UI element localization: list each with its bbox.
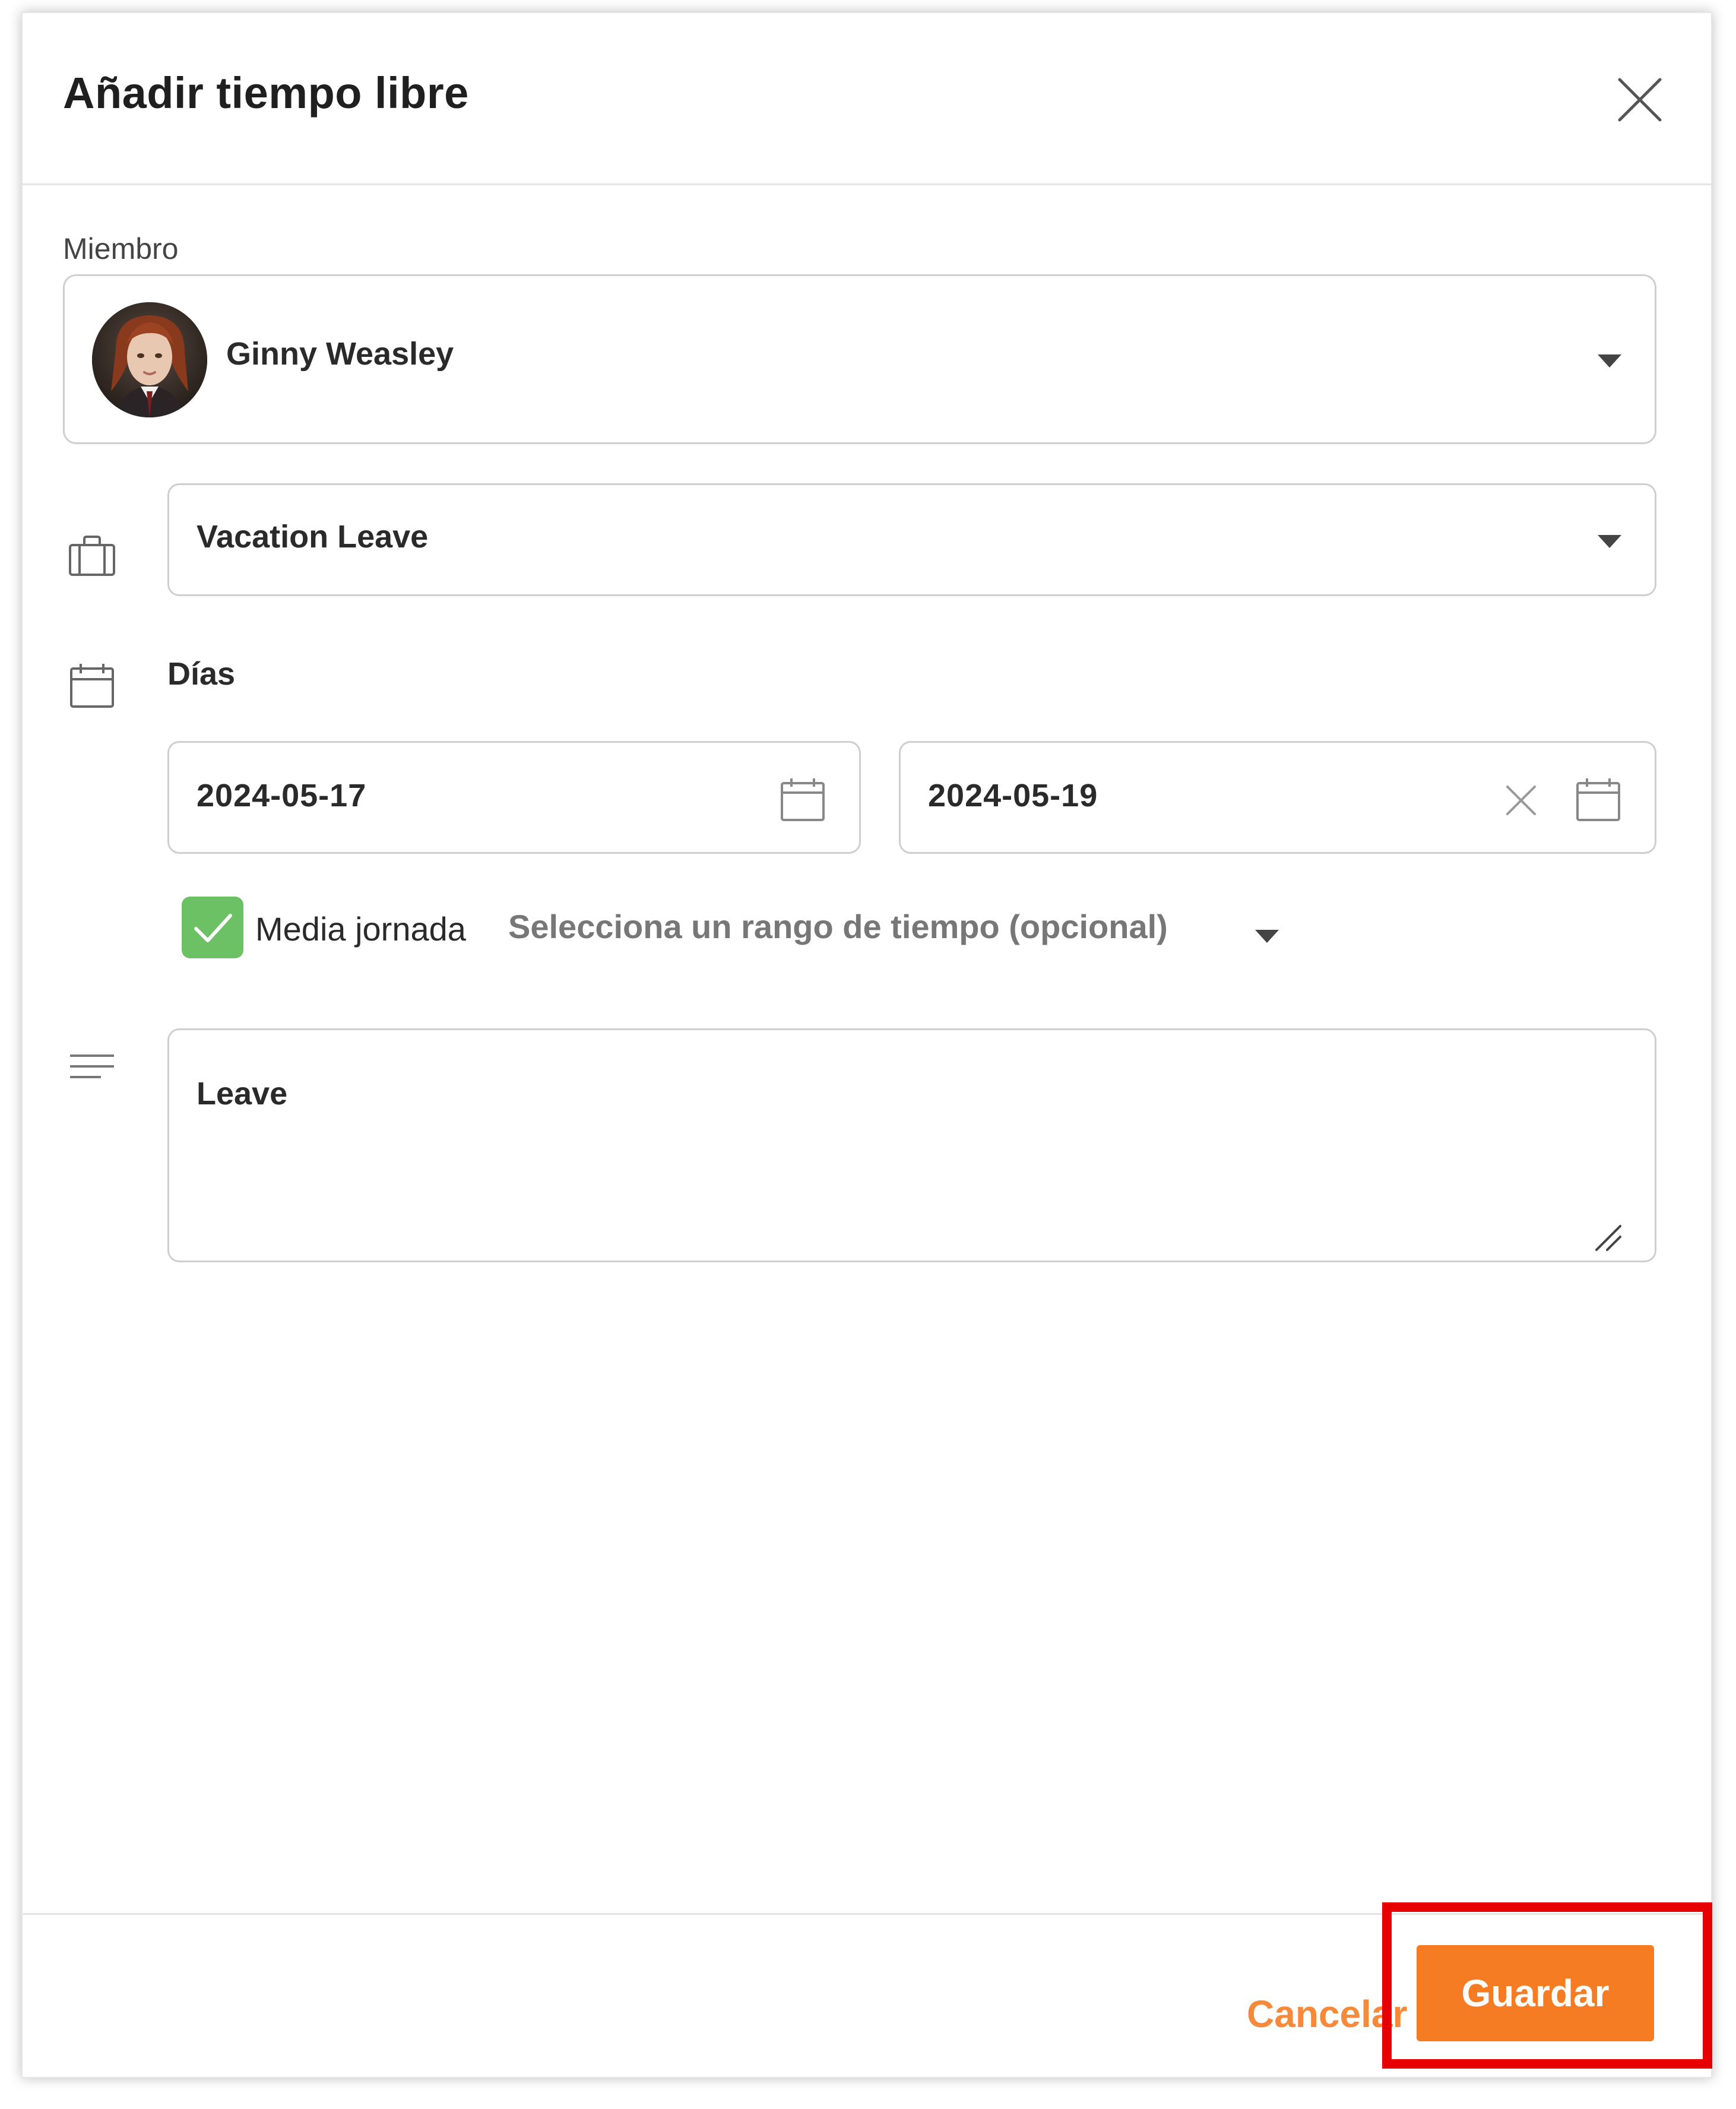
member-name: Ginny Weasley xyxy=(226,336,454,372)
leave-type-value: Vacation Leave xyxy=(197,519,429,555)
start-date-value: 2024-05-17 xyxy=(197,778,367,813)
member-label: Miembro xyxy=(63,232,179,265)
modal-header: Añadir tiempo libre xyxy=(23,13,1711,185)
calendar-icon[interactable] xyxy=(778,775,827,824)
clear-icon[interactable] xyxy=(1504,783,1538,818)
cancel-button[interactable]: Cancelar xyxy=(1247,1992,1407,2036)
avatar xyxy=(92,302,207,417)
save-button[interactable]: Guardar xyxy=(1417,1945,1654,2041)
page: Añadir tiempo libre Miembro Ginny Weasle… xyxy=(0,0,1736,2109)
time-range-select[interactable]: Selecciona un rango de tiempo (opcional) xyxy=(508,907,1168,946)
leave-type-select[interactable]: Vacation Leave xyxy=(167,483,1656,596)
notes-value: Leave xyxy=(197,1076,288,1112)
notes-icon xyxy=(66,1046,118,1097)
add-time-off-modal: Añadir tiempo libre Miembro Ginny Weasle… xyxy=(21,12,1712,2078)
end-date-input[interactable]: 2024-05-19 xyxy=(899,741,1656,854)
briefcase-icon xyxy=(66,531,118,582)
close-button[interactable] xyxy=(1615,75,1665,125)
half-day-label: Media jornada xyxy=(255,910,466,948)
start-date-input[interactable]: 2024-05-17 xyxy=(167,741,861,854)
end-date-value: 2024-05-19 xyxy=(928,778,1098,813)
days-label: Días xyxy=(167,656,236,692)
close-icon xyxy=(1618,78,1662,122)
notes-textarea[interactable]: Leave xyxy=(167,1028,1656,1262)
chevron-down-icon xyxy=(1598,354,1621,368)
member-select[interactable]: Ginny Weasley xyxy=(63,274,1656,444)
chevron-down-icon[interactable] xyxy=(1255,930,1279,943)
calendar-icon[interactable] xyxy=(1574,775,1623,824)
checkmark-icon xyxy=(194,914,232,942)
modal-title: Añadir tiempo libre xyxy=(63,68,469,118)
chevron-down-icon xyxy=(1598,535,1621,548)
resize-handle-icon[interactable] xyxy=(1592,1221,1625,1255)
calendar-icon xyxy=(66,660,118,711)
half-day-checkbox[interactable] xyxy=(182,897,243,958)
